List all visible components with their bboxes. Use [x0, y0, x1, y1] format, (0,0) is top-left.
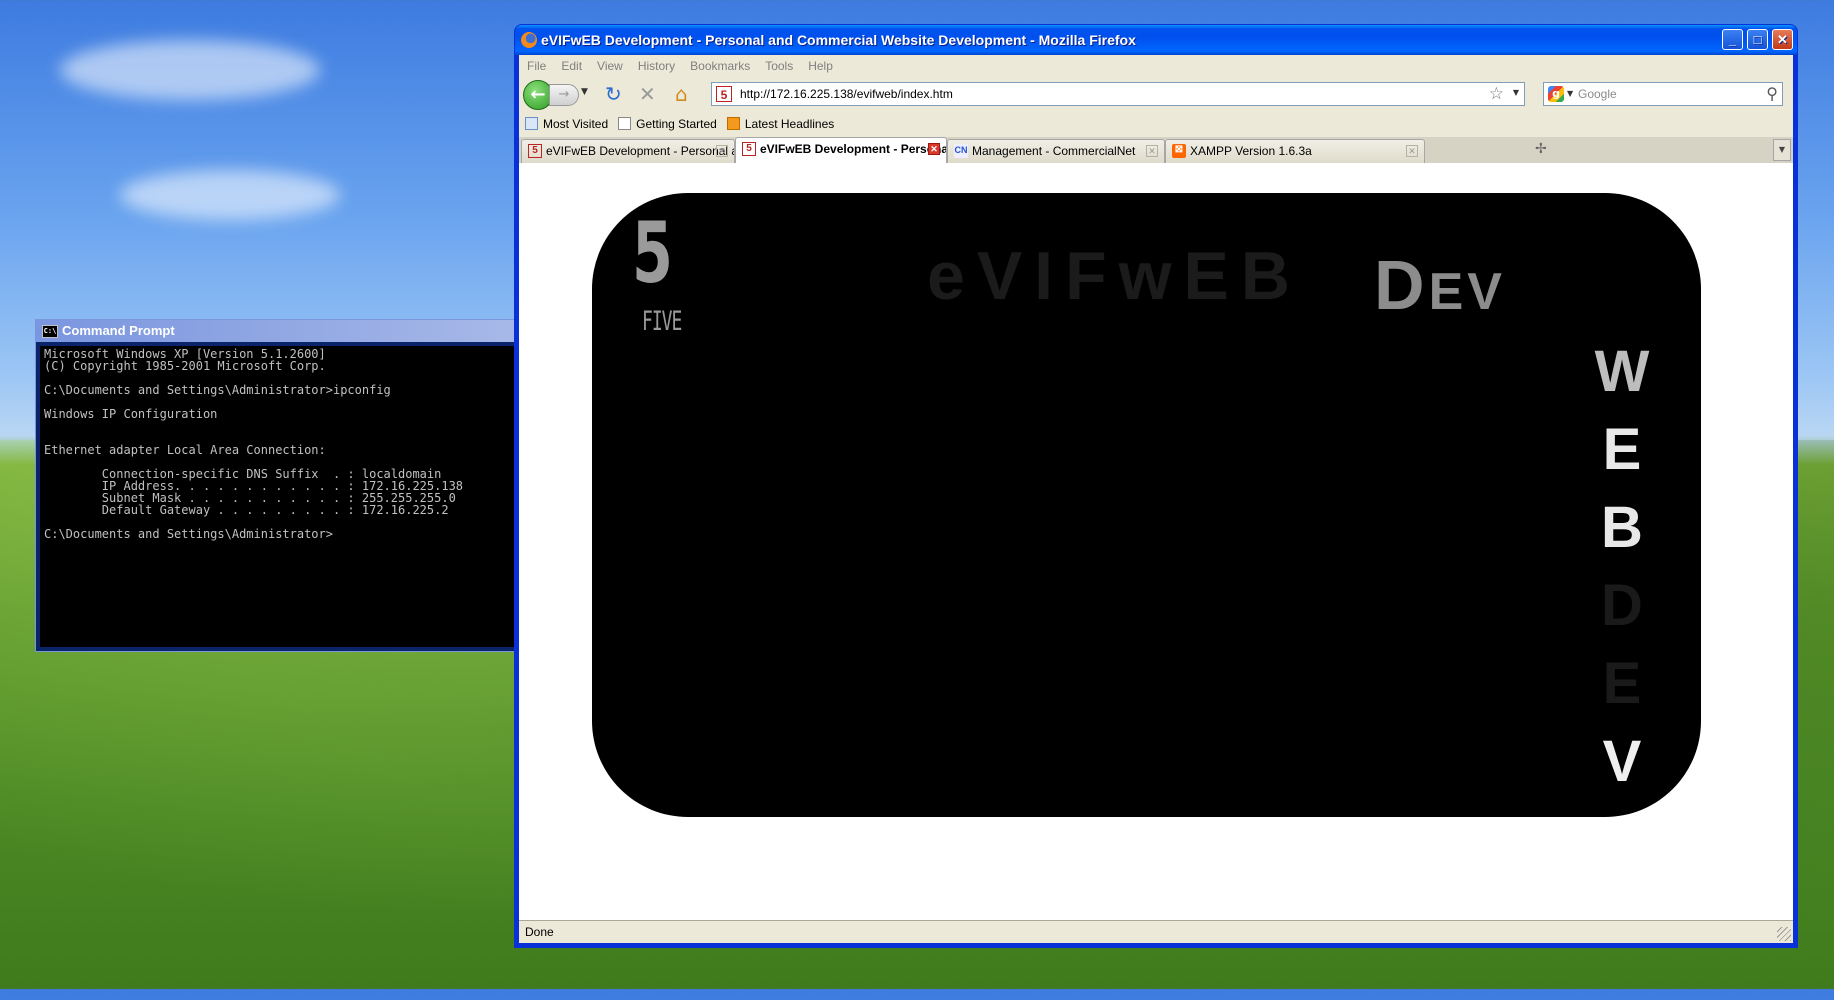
- menu-bar: File Edit View History Bookmarks Tools Help: [519, 55, 1793, 77]
- browser-chrome: File Edit View History Bookmarks Tools Help ← …: [519, 55, 1793, 943]
- site-logo-word: FIVE: [642, 305, 682, 338]
- stop-icon[interactable]: ✕: [639, 83, 656, 105]
- tab-label: eVIFwEB Development - Personal...: [760, 142, 947, 156]
- vertical-letter: V: [1602, 729, 1642, 794]
- bookmark-item[interactable]: Getting Started: [618, 111, 717, 137]
- url-dropdown-icon[interactable]: ▼: [1513, 88, 1519, 97]
- status-text: Done: [525, 925, 554, 939]
- dev-heading-initial: D: [1374, 246, 1429, 324]
- tab-label: Management - CommercialNet: [972, 144, 1136, 158]
- console-line: C:\Documents and Settings\Administrator>…: [44, 383, 391, 397]
- search-bar[interactable]: g ▼ Google ⚲: [1543, 82, 1783, 106]
- google-icon[interactable]: g: [1548, 86, 1564, 102]
- resize-grip-icon[interactable]: [1777, 927, 1791, 941]
- new-tab-icon[interactable]: ✢: [1535, 141, 1547, 157]
- tab-label: XAMPP Version 1.6.3a: [1190, 144, 1312, 158]
- page-viewport[interactable]: 5 FIVE eVIFwEB DEV WEBDEV: [519, 163, 1793, 921]
- vertical-letter: E: [1602, 651, 1642, 716]
- close-tab-icon[interactable]: ✕: [716, 145, 728, 157]
- cloud: [120, 170, 340, 220]
- five-favicon: 5: [528, 144, 542, 158]
- minimize-button[interactable]: _: [1722, 29, 1743, 50]
- browser-tab[interactable]: 5 eVIFwEB Development - Personal and ...✕: [521, 139, 735, 163]
- close-tab-icon[interactable]: ✕: [1146, 145, 1158, 157]
- maximize-button[interactable]: □: [1747, 29, 1768, 50]
- window-title: eVIFwEB Development - Personal and Comme…: [541, 32, 1136, 48]
- page-icon: [618, 117, 632, 130]
- menu-edit[interactable]: Edit: [561, 59, 582, 73]
- bookmark-item[interactable]: Most Visited: [525, 111, 608, 137]
- vertical-letter: E: [1602, 417, 1642, 482]
- bookmark-star-icon[interactable]: ☆: [1489, 84, 1504, 104]
- firefox-titlebar[interactable]: eVIFwEB Development - Personal and Comme…: [515, 25, 1797, 55]
- menu-history[interactable]: History: [638, 59, 675, 73]
- menu-tools[interactable]: Tools: [765, 59, 793, 73]
- site-logo-number: 5: [632, 204, 673, 302]
- vertical-letter: D: [1601, 573, 1643, 638]
- console-line: C:\Documents and Settings\Administrator>: [44, 527, 333, 541]
- status-bar: Done: [519, 920, 1793, 943]
- close-button[interactable]: ✕: [1772, 29, 1793, 50]
- bookmark-label: Getting Started: [636, 117, 717, 131]
- history-dropdown-icon[interactable]: ▼: [581, 87, 588, 97]
- firefox-window[interactable]: eVIFwEB Development - Personal and Comme…: [514, 24, 1798, 948]
- console-line: Default Gateway . . . . . . . . . : 172.…: [44, 503, 449, 517]
- cn-favicon: CN: [954, 144, 968, 158]
- menu-file[interactable]: File: [527, 59, 546, 73]
- five-favicon: 5: [742, 142, 756, 156]
- tab-bar: ✢ ▼ 5 eVIFwEB Development - Personal and …: [519, 137, 1793, 164]
- bookmark-label: Latest Headlines: [744, 117, 835, 131]
- close-tab-icon[interactable]: ✕: [1406, 145, 1418, 157]
- command-prompt-title: Command Prompt: [62, 323, 175, 338]
- cloud: [60, 40, 320, 100]
- address-bar[interactable]: 5 http://172.16.225.138/evifweb/index.ht…: [711, 82, 1525, 106]
- tab-label: eVIFwEB Development - Personal and ...: [546, 144, 734, 158]
- url-text[interactable]: http://172.16.225.138/evifweb/index.htm: [740, 83, 953, 105]
- console-line: Windows IP Configuration: [44, 407, 218, 421]
- search-engine-dropdown-icon[interactable]: ▼: [1567, 89, 1573, 98]
- bookmarks-toolbar: Most Visited Getting Started Latest Headli…: [519, 111, 1793, 137]
- bookmark-label: Most Visited: [543, 117, 609, 131]
- xampp-favicon: ⊠: [1172, 144, 1186, 158]
- browser-tab[interactable]: ⊠ XAMPP Version 1.6.3a ✕: [1165, 139, 1425, 163]
- watermark-text: eVIFwEB: [927, 241, 1302, 311]
- reload-icon[interactable]: ↻: [605, 83, 622, 105]
- close-tab-icon[interactable]: ✕: [928, 143, 940, 155]
- search-input[interactable]: Google: [1578, 83, 1617, 105]
- browser-tab[interactable]: CN Management - CommercialNet ✕: [947, 139, 1165, 163]
- vertical-letter: W: [1594, 339, 1650, 404]
- menu-help[interactable]: Help: [808, 59, 833, 73]
- home-icon[interactable]: ⌂: [675, 83, 688, 105]
- console-output[interactable]: Microsoft Windows XP [Version 5.1.2600](…: [40, 346, 524, 647]
- vertical-letter: B: [1601, 495, 1643, 560]
- console-line: (C) Copyright 1985-2001 Microsoft Corp.: [44, 359, 326, 373]
- dev-heading-rest: EV: [1428, 263, 1506, 321]
- site-favicon: 5: [716, 86, 732, 102]
- search-icon[interactable]: ⚲: [1766, 84, 1778, 104]
- rss-feed-icon: [726, 117, 740, 130]
- navigation-toolbar: ← → ▼ ↻ ✕ ⌂ 5 http://172.16.225.138/evif…: [519, 77, 1793, 111]
- most-visited-icon: [525, 117, 538, 130]
- dev-heading: DEV: [1374, 245, 1506, 325]
- watermark-dark: eVIFwEB: [927, 238, 1302, 314]
- firefox-logo-icon: [521, 32, 537, 48]
- forward-button[interactable]: →: [549, 84, 579, 106]
- menu-view[interactable]: View: [597, 59, 623, 73]
- command-prompt-window[interactable]: C:\ Command Prompt Microsoft Windows XP …: [35, 319, 525, 652]
- console-line: Ethernet adapter Local Area Connection:: [44, 443, 326, 457]
- tab-list-dropdown-icon[interactable]: ▼: [1773, 139, 1791, 161]
- cmd-icon: C:\: [42, 325, 58, 338]
- browser-tab[interactable]: 5 eVIFwEB Development - Personal... ✕: [735, 137, 947, 164]
- bookmark-item[interactable]: Latest Headlines: [726, 111, 835, 137]
- command-prompt-titlebar[interactable]: C:\ Command Prompt: [36, 320, 524, 342]
- menu-bookmarks[interactable]: Bookmarks: [690, 59, 750, 73]
